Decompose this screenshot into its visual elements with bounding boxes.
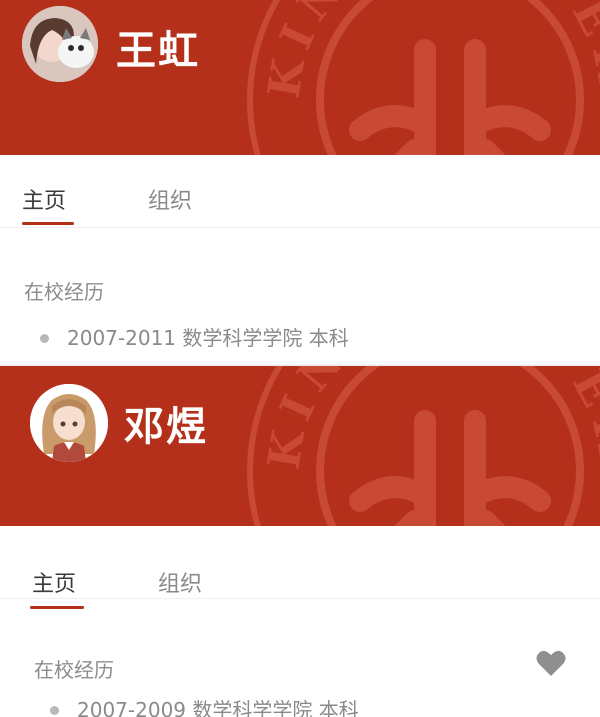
section-title: 在校经历 [24, 280, 104, 304]
section-title: 在校经历 [34, 658, 114, 682]
education-item: 2007-2009 数学科学学院 本科 [50, 694, 359, 717]
active-tab-indicator [30, 606, 84, 609]
profile-panel: 主页 组织 在校经历 2007-2011 数学科学学院 本科 [0, 155, 600, 366]
tab-organization[interactable]: 组织 [148, 183, 192, 215]
university-emblem-icon: KING UNIVERS [240, 0, 600, 155]
profile-banner: KING UNIVERS 邓煜 [0, 366, 600, 526]
avatar[interactable] [30, 384, 108, 462]
profile-panel: 主页 组织 在校经历 2007-2009 数学科学学院 本科 [0, 526, 600, 717]
tab-home[interactable]: 主页 [22, 183, 66, 215]
university-emblem-icon: KING UNIVERS [240, 366, 600, 526]
bullet-icon [40, 333, 49, 343]
profile-card-2: KING UNIVERS 邓煜 [0, 366, 600, 717]
profile-card-1: KING UNIVERS 王虹 [0, 0, 600, 366]
education-text: 2007-2011 数学科学学院 本科 [67, 326, 349, 350]
tab-bar: 主页 组织 [0, 155, 600, 228]
bullet-icon [50, 705, 59, 715]
tab-organization[interactable]: 组织 [158, 566, 202, 598]
avatar[interactable] [22, 6, 98, 82]
profile-name: 王虹 [116, 28, 200, 74]
profile-name: 邓煜 [124, 404, 208, 450]
active-tab-indicator [22, 222, 74, 225]
profile-banner: KING UNIVERS 王虹 [0, 0, 600, 155]
tab-bar: 主页 组织 [0, 526, 600, 609]
education-text: 2007-2009 数学科学学院 本科 [77, 698, 359, 717]
education-item: 2007-2011 数学科学学院 本科 [40, 322, 349, 351]
heart-icon[interactable] [536, 649, 566, 677]
tab-home[interactable]: 主页 [32, 566, 76, 598]
